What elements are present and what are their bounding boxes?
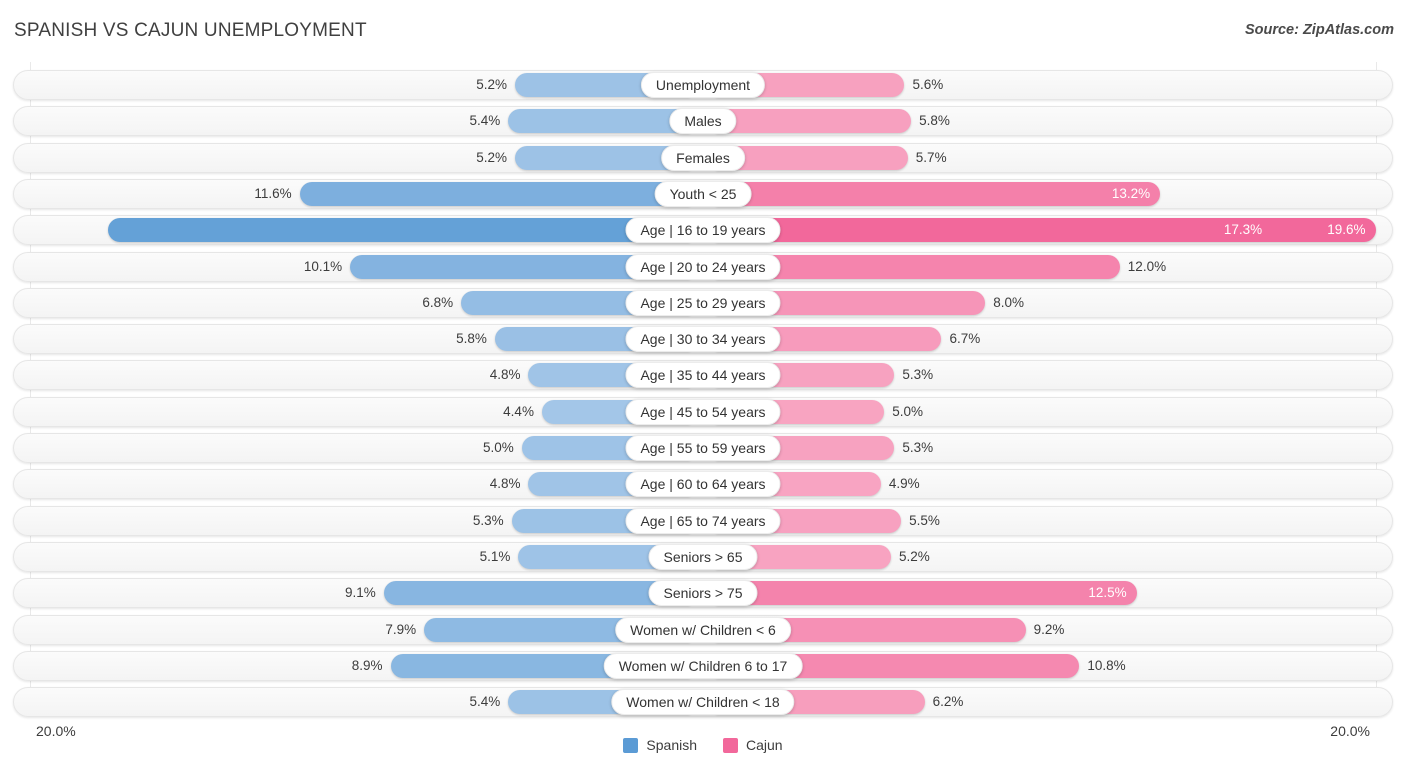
value-label-cajun: 5.2% bbox=[898, 548, 930, 564]
chart-plot-area: 5.2% 5.6% Unemployment 5.4% 5.8% Males 5.2% 5.7… bbox=[0, 62, 1406, 718]
value-label-spanish: 5.2% bbox=[476, 149, 508, 165]
value-label-cajun: 10.8% bbox=[1087, 657, 1126, 673]
value-label-spanish: 4.4% bbox=[503, 403, 534, 419]
category-label: Age | 45 to 54 years bbox=[625, 398, 781, 425]
page-title: SPANISH VS CAJUN UNEMPLOYMENT bbox=[14, 20, 367, 41]
bar-spanish bbox=[383, 581, 690, 606]
value-label-spanish: 7.9% bbox=[385, 621, 417, 637]
chart-header: SPANISH VS CAJUN UNEMPLOYMENT Source: Zi… bbox=[0, 0, 1406, 62]
category-label: Males bbox=[669, 108, 737, 135]
source-attribution: Source: ZipAtlas.com bbox=[1244, 22, 1394, 38]
chart-row: 6.8% 8.0% Age | 25 to 29 years bbox=[13, 287, 1393, 318]
value-label-spanish: 4.8% bbox=[489, 476, 521, 492]
legend-label: Spanish bbox=[646, 737, 697, 753]
category-label: Age | 25 to 29 years bbox=[625, 289, 781, 316]
value-label-spanish: 6.8% bbox=[422, 294, 454, 310]
value-label-cajun: 19.6% bbox=[1327, 222, 1366, 238]
value-label-spanish: 5.3% bbox=[472, 512, 504, 528]
category-label: Women w/ Children 6 to 17 bbox=[603, 652, 803, 679]
value-label-cajun: 5.7% bbox=[915, 149, 947, 165]
category-label: Women w/ Children < 6 bbox=[615, 616, 791, 643]
chart-row: 9.1% 12.5% Seniors > 75 bbox=[13, 578, 1393, 609]
value-label-spanish: 9.1% bbox=[345, 585, 376, 601]
bar-cajun bbox=[716, 581, 1137, 606]
legend-item: Cajun bbox=[723, 737, 783, 753]
value-label-cajun: 12.5% bbox=[1088, 585, 1127, 601]
value-label-spanish: 5.8% bbox=[456, 331, 487, 347]
category-label: Seniors > 65 bbox=[648, 543, 758, 570]
bar-cajun bbox=[716, 109, 912, 134]
category-label: Unemployment bbox=[640, 72, 766, 98]
bar-cajun bbox=[716, 181, 1161, 206]
chart-row: 4.4% 5.0% Age | 45 to 54 years bbox=[13, 396, 1393, 427]
chart-row: 11.6% 13.2% Youth < 25 bbox=[13, 178, 1393, 209]
chart-row: 5.1% 5.2% Seniors > 65 bbox=[13, 541, 1393, 572]
value-label-cajun: 5.5% bbox=[909, 512, 940, 528]
value-label-cajun: 9.2% bbox=[1033, 621, 1065, 637]
value-label-cajun: 8.0% bbox=[993, 294, 1024, 310]
chart-row: 5.4% 5.8% Males bbox=[13, 106, 1393, 137]
chart-row: 5.4% 6.2% Women w/ Children < 18 bbox=[13, 687, 1393, 718]
legend-swatch-icon bbox=[723, 737, 738, 753]
chart-row: 5.8% 6.7% Age | 30 to 34 years bbox=[13, 324, 1393, 355]
value-label-cajun: 5.0% bbox=[892, 403, 924, 419]
bar-spanish bbox=[299, 181, 690, 206]
value-label-spanish: 5.2% bbox=[476, 77, 508, 92]
chart-row: 4.8% 4.9% Age | 60 to 64 years bbox=[13, 469, 1393, 500]
chart-row: 5.2% 5.7% Females bbox=[13, 142, 1393, 173]
value-label-cajun: 5.6% bbox=[912, 77, 944, 92]
value-label-spanish: 17.3% bbox=[1223, 222, 1263, 238]
legend-item: Spanish bbox=[623, 737, 697, 753]
chart-row: 5.3% 5.5% Age | 65 to 74 years bbox=[13, 505, 1393, 536]
bar-cajun bbox=[716, 218, 1376, 243]
chart-row: 4.8% 5.3% Age | 35 to 44 years bbox=[13, 360, 1393, 391]
value-label-spanish: 11.6% bbox=[254, 185, 292, 201]
value-label-spanish: 10.1% bbox=[303, 258, 343, 274]
value-label-cajun: 5.3% bbox=[902, 367, 934, 383]
category-label: Age | 35 to 44 years bbox=[625, 362, 781, 389]
value-label-cajun: 6.2% bbox=[932, 694, 964, 710]
value-label-cajun: 12.0% bbox=[1127, 258, 1167, 274]
value-label-spanish: 5.4% bbox=[469, 113, 501, 129]
value-label-spanish: 5.4% bbox=[469, 694, 501, 710]
category-label: Age | 30 to 34 years bbox=[625, 326, 781, 353]
value-label-spanish: 5.0% bbox=[482, 440, 514, 455]
category-label: Youth < 25 bbox=[654, 180, 752, 207]
chart-legend: Spanish Cajun bbox=[0, 737, 1406, 753]
chart-row: 10.1% 12.0% Age | 20 to 24 years bbox=[13, 251, 1393, 282]
chart-row: 5.0% 5.3% Age | 55 to 59 years bbox=[13, 433, 1393, 463]
bar-spanish bbox=[107, 218, 690, 243]
value-label-cajun: 4.9% bbox=[888, 476, 920, 492]
value-label-cajun: 13.2% bbox=[1111, 185, 1151, 201]
chart-row: 7.9% 9.2% Women w/ Children < 6 bbox=[13, 614, 1393, 645]
category-label: Age | 60 to 64 years bbox=[625, 471, 781, 498]
value-label-cajun: 5.3% bbox=[902, 440, 934, 455]
value-label-spanish: 5.1% bbox=[479, 548, 511, 564]
chart-row: 17.3% 19.6% Age | 16 to 19 years bbox=[13, 215, 1393, 246]
value-label-cajun: 5.8% bbox=[919, 113, 950, 129]
category-label: Seniors > 75 bbox=[648, 580, 758, 607]
category-label: Women w/ Children < 18 bbox=[611, 689, 795, 716]
category-label: Age | 16 to 19 years bbox=[625, 217, 781, 244]
chart-row: 8.9% 10.8% Women w/ Children 6 to 17 bbox=[13, 650, 1393, 681]
chart-footer: 20.0% 20.0% Spanish Cajun bbox=[0, 715, 1406, 757]
category-label: Females bbox=[661, 144, 745, 171]
legend-swatch-icon bbox=[623, 737, 639, 753]
value-label-spanish: 8.9% bbox=[351, 657, 383, 673]
category-label: Age | 65 to 74 years bbox=[625, 507, 781, 534]
chart-row: 5.2% 5.6% Unemployment bbox=[13, 70, 1393, 100]
legend-label: Cajun bbox=[746, 737, 783, 753]
bar-spanish bbox=[508, 109, 690, 134]
value-label-spanish: 4.8% bbox=[489, 367, 521, 383]
category-label: Age | 20 to 24 years bbox=[625, 253, 781, 280]
value-label-cajun: 6.7% bbox=[949, 331, 981, 347]
category-label: Age | 55 to 59 years bbox=[625, 435, 781, 461]
